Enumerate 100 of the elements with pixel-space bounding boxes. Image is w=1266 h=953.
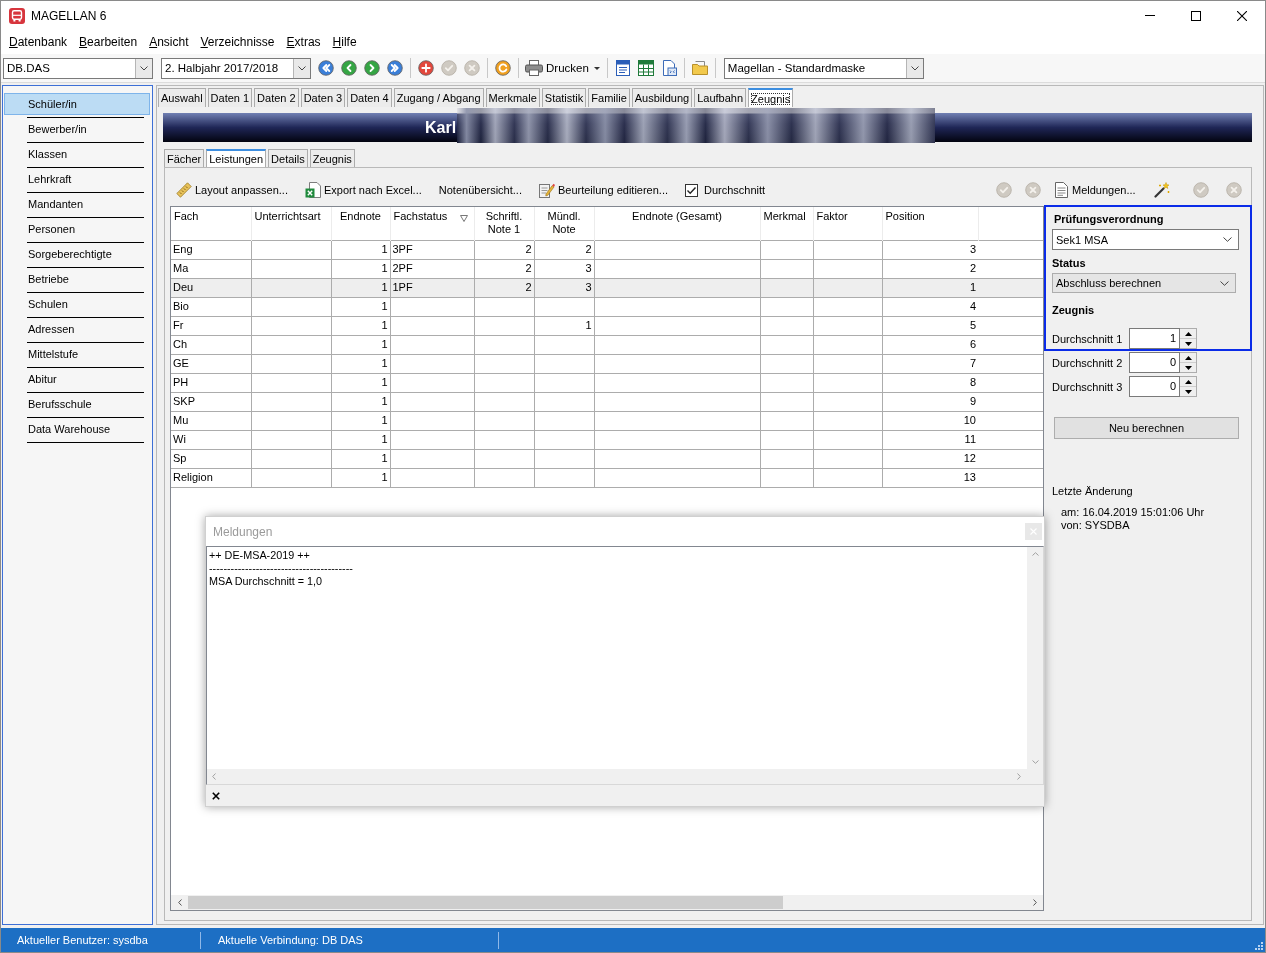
number-field[interactable]: 0: [1129, 376, 1180, 397]
regulation-dropdown[interactable]: Sek1 MSA: [1052, 229, 1239, 250]
tab[interactable]: Zeugnis: [748, 88, 794, 107]
tab[interactable]: Leistungen: [206, 149, 267, 167]
table-row[interactable]: Wi 1 11: [171, 430, 1043, 449]
skip-forward-icon[interactable]: [387, 60, 403, 76]
table-row[interactable]: Deu 1 1PF 2 3 1: [171, 278, 1043, 297]
checkbox-label[interactable]: Durchschnitt: [704, 184, 766, 196]
sidebar-item[interactable]: Betriebe: [4, 268, 150, 290]
tab[interactable]: Daten 1: [207, 88, 253, 107]
column-header[interactable]: Schriftl. Note 1: [474, 207, 534, 240]
table-row[interactable]: Ma 1 2PF 2 3 2: [171, 259, 1043, 278]
tab[interactable]: Zeugnis: [309, 149, 355, 167]
tab[interactable]: Fächer: [164, 149, 205, 167]
layout-button[interactable]: Layout anpassen...: [176, 179, 288, 201]
message-text-area[interactable]: ++ DE-MSA-2019 ++ ---------------------------------------- MSA Durchschnitt = 1,0: [206, 546, 1044, 785]
horizontal-scrollbar[interactable]: [171, 895, 1043, 910]
table-row[interactable]: Fr 1 1 5: [171, 316, 1043, 335]
column-header[interactable]: Position: [882, 207, 978, 240]
column-header[interactable]: Endnote: [331, 207, 390, 240]
sidebar-item[interactable]: Bewerber/in: [4, 118, 150, 140]
menu-item[interactable]: Ansicht: [149, 35, 189, 49]
edit-button[interactable]: Beurteilung editieren...: [538, 179, 669, 201]
table-row[interactable]: Mu 1 10: [171, 411, 1043, 430]
sidebar-item[interactable]: Mandanten: [4, 193, 150, 215]
status-dropdown[interactable]: Abschluss berechnen: [1052, 273, 1236, 293]
sidebar-item[interactable]: Data Warehouse: [4, 418, 150, 440]
plus-circle-icon[interactable]: [418, 60, 434, 76]
minimize-icon: [1145, 15, 1155, 16]
menu-item[interactable]: Hilfe: [332, 35, 357, 49]
spin-up-button[interactable]: [1180, 329, 1196, 339]
chevron-right-icon[interactable]: [1032, 899, 1037, 906]
tab[interactable]: Daten 4: [347, 88, 392, 107]
sidebar-item[interactable]: Mittelstufe: [4, 343, 150, 365]
mask-dropdown[interactable]: Magellan - Standardmaske: [723, 57, 924, 79]
tab[interactable]: Ausbildung: [631, 88, 693, 107]
sidebar-item[interactable]: Schüler/in: [4, 93, 150, 115]
tab[interactable]: Auswahl: [158, 88, 206, 107]
table-row[interactable]: Ch 1 6: [171, 335, 1043, 354]
sidebar-item[interactable]: Sorgeberechtigte: [4, 243, 150, 265]
tab[interactable]: Statistik: [541, 88, 587, 107]
spin-up-button[interactable]: [1180, 377, 1196, 387]
chevron-left-icon[interactable]: [177, 899, 182, 906]
tab[interactable]: Daten 3: [300, 88, 346, 107]
tab[interactable]: Details: [268, 149, 308, 167]
tab[interactable]: Zugang / Abgang: [393, 88, 484, 107]
spreadsheet-icon[interactable]: [637, 60, 654, 76]
column-header[interactable]: Fachstatus: [390, 207, 474, 240]
table-row[interactable]: GE 1 7: [171, 354, 1043, 373]
column-header[interactable]: Endnote (Gesamt): [594, 207, 760, 240]
column-header[interactable]: Faktor: [813, 207, 882, 240]
column-header[interactable]: Mündl. Note: [534, 207, 594, 240]
notepad-pencil-icon: [538, 182, 555, 198]
menu-item[interactable]: Datenbank: [9, 35, 68, 49]
recalculate-button[interactable]: Neu berechnen: [1054, 417, 1239, 439]
sidebar-item[interactable]: Klassen: [4, 143, 150, 165]
resize-grip-icon[interactable]: [1255, 942, 1263, 950]
column-header[interactable]: Merkmal: [760, 207, 813, 240]
tab[interactable]: Merkmale: [485, 88, 540, 107]
table-row[interactable]: PH 1 8: [171, 373, 1043, 392]
table-row[interactable]: SKP 1 9: [171, 392, 1043, 411]
number-field[interactable]: 0: [1129, 352, 1180, 373]
menu-item[interactable]: Bearbeiten: [79, 35, 138, 49]
sidebar-item[interactable]: Berufsschule: [4, 393, 150, 415]
menu-item[interactable]: Extras: [286, 35, 321, 49]
document-icon[interactable]: [614, 60, 631, 76]
tab[interactable]: Familie: [588, 88, 630, 107]
checkbox[interactable]: [685, 183, 699, 197]
column-header[interactable]: Unterrichtsart: [251, 207, 331, 240]
table-row[interactable]: Religion 1 13: [171, 468, 1043, 487]
page-icon[interactable]: [660, 60, 677, 76]
menu-item[interactable]: Verzeichnisse: [200, 35, 275, 49]
table-row[interactable]: Bio 1 4: [171, 297, 1043, 316]
sidebar-item[interactable]: Abitur: [4, 368, 150, 390]
print-button[interactable]: Drucken: [525, 57, 600, 79]
magic-wand-icon[interactable]: [1153, 182, 1170, 198]
table-cell: Bio: [171, 297, 251, 316]
export-button[interactable]: Export nach Excel...: [304, 179, 422, 201]
circular-arrow-icon[interactable]: [495, 60, 511, 76]
messages-button[interactable]: Meldungen...: [1055, 179, 1136, 201]
close-icon[interactable]: [212, 791, 220, 800]
sidebar-item[interactable]: Personen: [4, 218, 150, 240]
column-header[interactable]: Fach: [171, 207, 251, 240]
skip-back-icon[interactable]: [318, 60, 334, 76]
period-dropdown[interactable]: 2. Halbjahr 2017/2018: [161, 57, 311, 79]
sidebar-item[interactable]: Lehrkraft: [4, 168, 150, 190]
database-dropdown[interactable]: DB.DAS: [3, 57, 153, 79]
tab[interactable]: Daten 2: [254, 88, 299, 107]
sidebar-item[interactable]: Adressen: [4, 318, 150, 340]
tab[interactable]: Laufbahn: [694, 88, 747, 107]
sidebar-item[interactable]: Schulen: [4, 293, 150, 315]
overview-button[interactable]: Notenübersicht...: [438, 179, 522, 201]
scrollbar-thumb[interactable]: [188, 896, 783, 909]
caret-down-icon: [1184, 365, 1192, 370]
table-row[interactable]: Sp 1 12: [171, 449, 1043, 468]
folder-icon[interactable]: [691, 60, 708, 76]
spin-up-button[interactable]: [1180, 353, 1196, 363]
number-field[interactable]: 1: [1129, 328, 1180, 349]
table-row[interactable]: Eng 1 3PF 2 2 3: [171, 240, 1043, 259]
filter-icon[interactable]: [459, 215, 468, 222]
